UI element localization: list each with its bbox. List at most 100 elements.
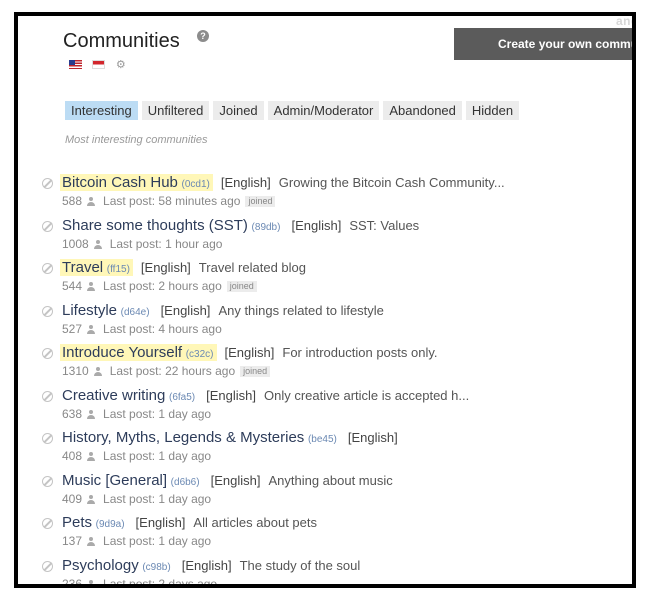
- community-name-link[interactable]: Music [General]: [62, 472, 167, 489]
- community-meta: 544 Last post: 2 hours ago joined: [62, 279, 257, 293]
- community-code: (ff15): [106, 264, 130, 275]
- member-count: 236: [62, 576, 83, 588]
- hide-community-icon[interactable]: [42, 433, 53, 444]
- community-header: Share some thoughts (SST) (89db) [English…: [62, 217, 419, 234]
- community-description: For introduction posts only.: [282, 345, 438, 360]
- community-header: Bitcoin Cash Hub (0cd1) [English] Growing …: [60, 174, 505, 191]
- member-count: 408: [62, 449, 83, 463]
- user-icon: [87, 494, 96, 504]
- community-description: All articles about pets: [193, 515, 317, 530]
- hide-community-icon[interactable]: [42, 263, 53, 274]
- community-title: Travel (ff15): [60, 259, 133, 276]
- username[interactable]: andrian: [616, 16, 632, 28]
- community-row: Psychology (c98b) [English] The study of t…: [42, 557, 632, 588]
- last-post: Last post: 1 hour ago: [109, 236, 223, 251]
- community-name-link[interactable]: Lifestyle: [62, 302, 117, 319]
- community-code: (d64e): [120, 306, 150, 318]
- user-icon: [87, 282, 96, 291]
- joined-badge: joined: [226, 281, 257, 292]
- community-language: [English]: [206, 387, 256, 403]
- tab-joined[interactable]: Joined: [213, 101, 264, 120]
- community-row: Share some thoughts (SST) (89db) [English…: [42, 217, 632, 260]
- indonesia-flag-icon[interactable]: [92, 60, 106, 70]
- community-language: [English]: [347, 430, 398, 445]
- community-row: Lifestyle (d64e) [English] Any things rela…: [42, 302, 632, 345]
- community-row: Pets (9d9a) [English] All articles about p…: [42, 514, 632, 557]
- community-language: [English]: [181, 557, 232, 573]
- community-meta: 527 Last post: 4 hours ago: [62, 322, 222, 336]
- last-post: Last post: 22 hours ago: [109, 364, 236, 378]
- tab-hidden[interactable]: Hidden: [465, 101, 520, 120]
- community-row: Introduce Yourself (c32c) [English] For in…: [42, 344, 632, 387]
- community-row: Bitcoin Cash Hub (0cd1) [English] Growing …: [42, 174, 632, 217]
- community-name-link[interactable]: Travel: [62, 259, 103, 276]
- member-count: 1008: [62, 236, 89, 251]
- last-post: Last post: 2 hours ago: [103, 279, 222, 293]
- member-count: 588: [62, 194, 83, 208]
- community-meta: 236 Last post: 2 days ago: [62, 576, 217, 588]
- tab-admin-moderator[interactable]: Admin/Moderator: [267, 101, 380, 120]
- community-meta: 1310 Last post: 22 hours ago joined: [62, 364, 271, 378]
- community-description: SST: Values: [349, 217, 420, 233]
- community-description: Travel related blog: [198, 260, 306, 275]
- hide-community-icon[interactable]: [42, 305, 53, 317]
- community-header: Lifestyle (d64e) [English] Any things rela…: [62, 302, 384, 319]
- community-title: Share some thoughts (SST) (89db): [60, 217, 283, 234]
- community-title: Introduce Yourself (c32c): [60, 344, 217, 361]
- hide-community-icon[interactable]: [42, 178, 53, 189]
- community-meta: 638 Last post: 1 day ago: [62, 407, 211, 421]
- community-title: History, Myths, Legends & Mysteries (be4…: [60, 429, 340, 446]
- user-icon: [87, 579, 95, 585]
- user-icon: [87, 452, 96, 461]
- tab-interesting[interactable]: Interesting: [65, 101, 138, 120]
- community-code: (6fa5): [169, 391, 196, 403]
- community-name-link[interactable]: Pets: [62, 514, 92, 531]
- community-name-link[interactable]: Introduce Yourself: [62, 344, 182, 361]
- tab-abandoned[interactable]: Abandoned: [383, 101, 462, 120]
- page-title: Communities: [63, 30, 180, 52]
- last-post: Last post: 1 day ago: [103, 449, 212, 463]
- community-title: Lifestyle (d64e): [60, 302, 153, 319]
- community-row: Music [General] (d6b6) [English] Anything …: [42, 472, 632, 515]
- filter-tabs: Interesting Unfiltered Joined Admin/Mode…: [65, 101, 520, 120]
- user-icon: [87, 324, 96, 334]
- community-name-link[interactable]: Creative writing: [62, 387, 165, 404]
- last-post: Last post: 1 day ago: [103, 491, 212, 506]
- user-icon: [93, 367, 102, 376]
- page-frame: andrian Create your own community Commun…: [14, 12, 636, 588]
- community-language: [English]: [160, 302, 211, 318]
- hide-community-icon[interactable]: [42, 518, 53, 529]
- community-meta: 409 Last post: 1 day ago: [62, 492, 211, 506]
- tab-unfiltered[interactable]: Unfiltered: [141, 101, 210, 120]
- community-description: Anything about music: [268, 472, 393, 488]
- last-post: Last post: 1 day ago: [103, 406, 212, 421]
- community-header: Music [General] (d6b6) [English] Anything …: [62, 472, 393, 489]
- hide-community-icon[interactable]: [42, 348, 53, 359]
- member-count: 409: [62, 491, 83, 506]
- member-count: 638: [62, 406, 83, 421]
- community-language: [English]: [210, 472, 261, 488]
- list-subtitle: Most interesting communities: [65, 134, 208, 146]
- community-name-link[interactable]: Bitcoin Cash Hub: [62, 174, 178, 191]
- us-flag-icon[interactable]: [69, 60, 82, 70]
- community-description: The study of the soul: [239, 557, 361, 573]
- community-name-link[interactable]: Share some thoughts (SST): [62, 217, 248, 234]
- community-name-link[interactable]: History, Myths, Legends & Mysteries: [62, 429, 304, 446]
- community-row: History, Myths, Legends & Mysteries (be4…: [42, 429, 632, 472]
- hide-community-icon[interactable]: [42, 560, 53, 572]
- hide-community-icon[interactable]: [42, 475, 53, 487]
- community-row: Travel (ff15) [English] Travel related blo…: [42, 259, 632, 302]
- community-header: History, Myths, Legends & Mysteries (be4…: [62, 429, 398, 446]
- hide-community-icon[interactable]: [42, 390, 53, 402]
- help-icon[interactable]: ?: [197, 30, 209, 42]
- member-count: 544: [62, 279, 83, 293]
- community-name-link[interactable]: Psychology: [62, 557, 139, 574]
- gear-icon[interactable]: ⚙: [116, 58, 126, 71]
- community-title: Pets (9d9a): [60, 514, 128, 531]
- create-community-button[interactable]: Create your own community: [454, 28, 632, 60]
- hide-community-icon[interactable]: [42, 220, 53, 232]
- community-header: Pets (9d9a) [English] All articles about p…: [62, 514, 317, 531]
- community-code: (c32c): [185, 349, 214, 360]
- community-list: Bitcoin Cash Hub (0cd1) [English] Growing …: [42, 174, 632, 588]
- community-header: Travel (ff15) [English] Travel related blo…: [60, 259, 306, 276]
